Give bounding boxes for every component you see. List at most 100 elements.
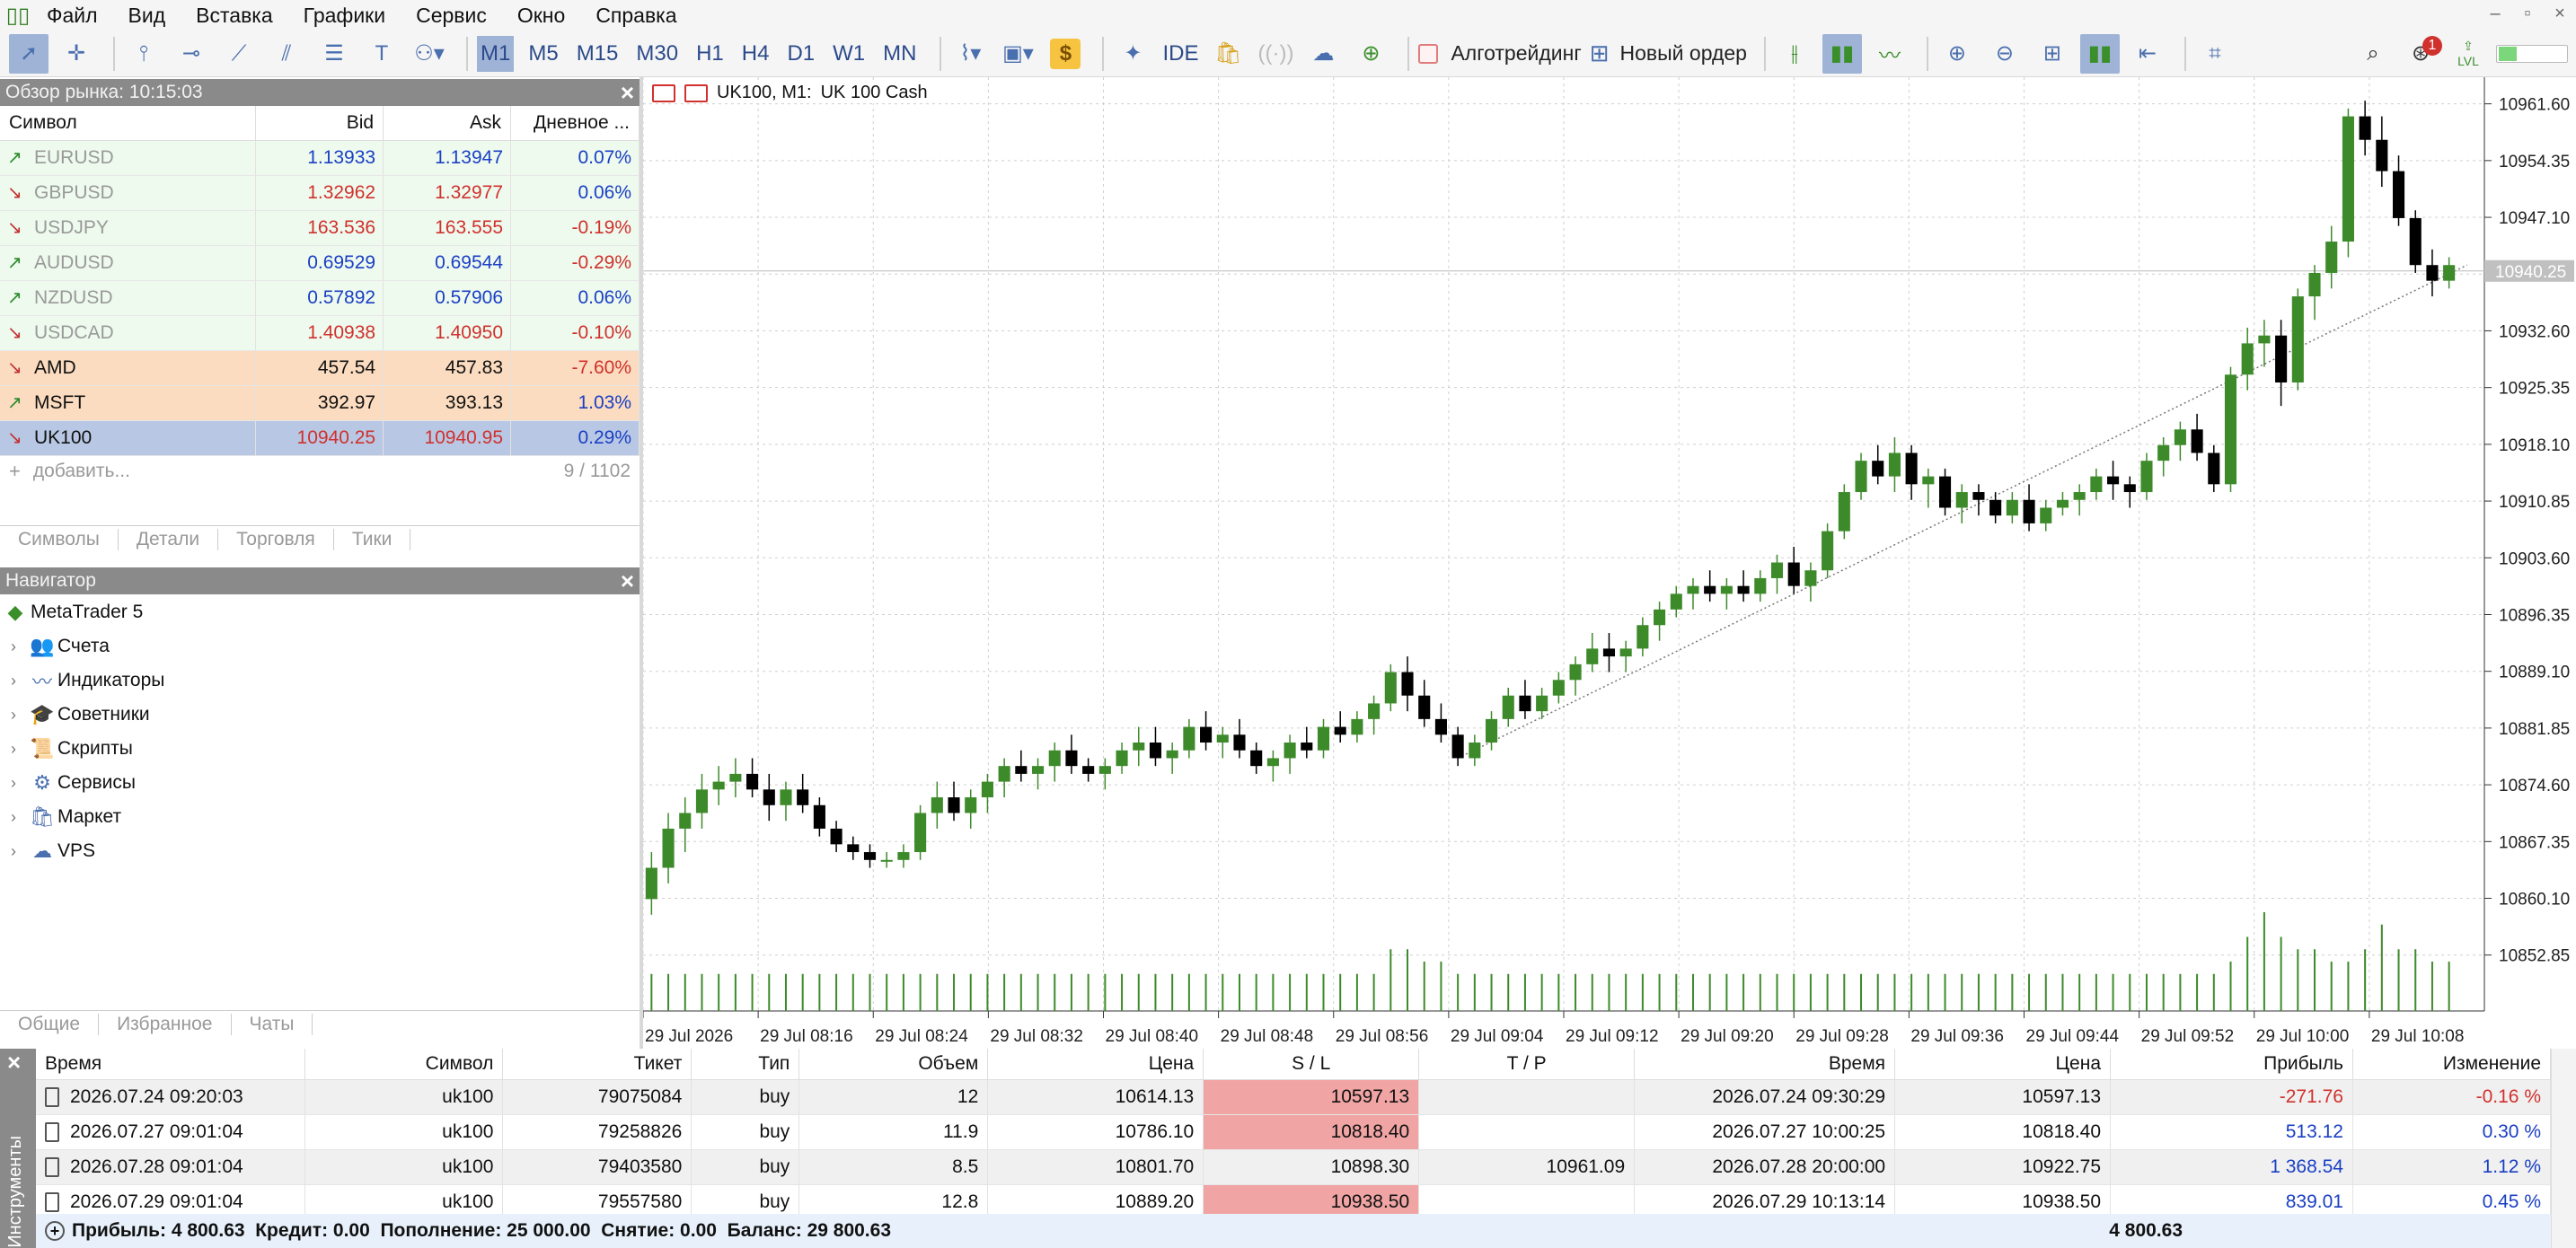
timeframe-m30-button[interactable]: M30 [632, 36, 682, 72]
chart-menu-icon[interactable] [652, 83, 675, 102]
expand-chevron-icon[interactable]: › [0, 637, 27, 656]
zoom-out-icon[interactable]: ⊖ [1985, 34, 2025, 74]
chart-shift-icon[interactable]: ⇤ [2128, 34, 2167, 74]
symbol-row[interactable]: ↗ AUDUSD 0.69529 0.69544 -0.29% [0, 245, 640, 281]
lvl-icon[interactable]: ⇪ LVL [2448, 34, 2488, 74]
tab-1[interactable]: Детали [119, 528, 219, 550]
column-header[interactable]: Тикет [502, 1049, 693, 1080]
nav-item[interactable]: › 〰 Индикаторы [0, 664, 640, 698]
crosshair-icon[interactable]: ✛ [57, 34, 96, 74]
symbol-row[interactable]: ↘ GBPUSD 1.32962 1.32977 0.06% [0, 175, 640, 211]
close-icon[interactable]: × [621, 79, 634, 107]
templates-icon[interactable]: ▣▾ [998, 34, 1037, 74]
tab-2[interactable]: Торговля [218, 528, 334, 550]
expand-chevron-icon[interactable]: › [0, 808, 27, 827]
account-icon[interactable]: ⊛ 1 [2401, 34, 2442, 74]
expand-chevron-icon[interactable]: › [0, 706, 27, 725]
column-header[interactable]: Время [36, 1049, 306, 1080]
symbol-row[interactable]: ↘ UK100 10940.25 10940.95 0.29% [0, 420, 640, 456]
symbol-row[interactable]: ↘ AMD 457.54 457.83 -7.60% [0, 350, 640, 386]
expand-chevron-icon[interactable]: › [0, 842, 27, 861]
nav-item[interactable]: › ☁ VPS [0, 834, 640, 868]
shop-icon[interactable]: 🛍 [1208, 34, 1248, 74]
tab-2[interactable]: Чаты [232, 1013, 313, 1035]
symbol-row[interactable]: ↗ NZDUSD 0.57892 0.57906 0.06% [0, 280, 640, 316]
symbol-row[interactable]: ↘ USDCAD 1.40938 1.40950 -0.10% [0, 315, 640, 351]
column-header[interactable]: Объем [798, 1049, 989, 1080]
bar-chart-icon[interactable]: ⫲ [1775, 34, 1814, 74]
nav-root[interactable]: ◆ MetaTrader 5 [0, 595, 640, 629]
menu-item[interactable]: Справка [585, 4, 696, 28]
nav-item[interactable]: › 📜 Скрипты [0, 732, 640, 766]
menu-item[interactable]: Файл [36, 4, 118, 28]
column-header[interactable]: Символ [304, 1049, 504, 1080]
tab-0[interactable]: Общие [0, 1013, 100, 1035]
menu-item[interactable]: Сервис [405, 4, 507, 28]
menu-item[interactable]: Вид [118, 4, 186, 28]
timeframe-h4-button[interactable]: H4 [738, 36, 773, 72]
symbol-row[interactable]: ↗ EURUSD 1.13933 1.13947 0.07% [0, 140, 640, 176]
close-icon[interactable]: × [7, 1049, 21, 1077]
zoom-in-icon[interactable]: ⊕ [1937, 34, 1977, 74]
nav-item[interactable]: › 👥 Счета [0, 629, 640, 664]
column-header[interactable]: Цена [1894, 1049, 2112, 1080]
candle-chart-icon[interactable]: ▮▮ [1822, 33, 1862, 74]
menu-item[interactable]: Вставка [185, 4, 293, 28]
menu-item[interactable]: Окно [507, 4, 585, 28]
vertical-scrollbar[interactable] [2551, 1049, 2576, 1248]
timeframe-h1-button[interactable]: H1 [693, 36, 728, 72]
tab-3[interactable]: Тики [334, 528, 411, 550]
symbol-row[interactable]: ↘ USDJPY 163.536 163.555 -0.19% [0, 210, 640, 246]
restore-icon[interactable]: ▫ [2511, 0, 2544, 27]
trade-row[interactable]: 2026.07.28 09:01:04 uk100 79403580 buy 8.5 10… [36, 1149, 2552, 1185]
close-icon[interactable]: × [621, 567, 634, 595]
chart-window-icon[interactable] [684, 83, 708, 102]
shapes-icon[interactable]: ⚇▾ [410, 34, 449, 74]
vertical-line-icon[interactable]: ⫯ [124, 34, 163, 74]
column-header[interactable]: Изменение [2352, 1049, 2552, 1080]
column-header[interactable]: Bid [255, 106, 384, 141]
expand-icon[interactable]: + [45, 1221, 65, 1241]
column-header[interactable]: Символ [0, 106, 257, 141]
market-icon[interactable]: $ [1045, 34, 1085, 74]
indicators-menu-icon[interactable]: ⌇▾ [950, 34, 990, 74]
column-header[interactable]: Цена [987, 1049, 1204, 1080]
fibonacci-icon[interactable]: ☰ [314, 34, 354, 74]
algotrading-button[interactable]: Алготрейдинг [1418, 34, 1582, 74]
chart-window[interactable]: 10961.6010954.3510947.1010939.8510932.60… [643, 77, 2576, 1049]
expand-chevron-icon[interactable]: › [0, 672, 27, 690]
tab-0[interactable]: Символы [0, 528, 119, 550]
column-header[interactable]: Ask [383, 106, 512, 141]
tab-1[interactable]: Избранное [99, 1013, 232, 1035]
tile-windows-icon[interactable]: ⊞ [2033, 34, 2072, 74]
cursor-icon[interactable]: ➚ [9, 33, 49, 74]
column-header[interactable]: Тип [691, 1049, 800, 1080]
add-symbol-row[interactable]: + добавить... 9 / 1102 [0, 454, 640, 488]
channel-icon[interactable]: ⫽ [267, 34, 306, 74]
new-order-button[interactable]: ⊞ Новый ордер [1590, 34, 1747, 74]
expand-chevron-icon[interactable]: › [0, 774, 27, 793]
horizontal-line-icon[interactable]: ⊸ [172, 34, 211, 74]
autoscroll-icon[interactable]: ▮▮ [2079, 33, 2120, 74]
symbol-row[interactable]: ↗ MSFT 392.97 393.13 1.03% [0, 385, 640, 421]
expand-chevron-icon[interactable]: › [0, 740, 27, 759]
search-icon[interactable]: ⌕ [2353, 34, 2393, 74]
column-header[interactable]: Дневное ... [510, 106, 640, 141]
menu-item[interactable]: Графики [293, 4, 405, 28]
ai-icon[interactable]: ✦ [1113, 34, 1152, 74]
text-icon[interactable]: T [362, 34, 401, 74]
nav-item[interactable]: › 🛍 Маркет [0, 800, 640, 834]
nav-item[interactable]: › 🎓 Советники [0, 698, 640, 732]
column-header[interactable]: Прибыль [2110, 1049, 2353, 1080]
trendline-icon[interactable]: ⟋ [219, 34, 259, 74]
timeframe-m1-button[interactable]: M1 [477, 35, 515, 72]
close-icon[interactable]: × [2544, 0, 2576, 27]
ide-button[interactable]: IDE [1160, 34, 1200, 74]
timeframe-m5-button[interactable]: M5 [525, 36, 561, 72]
timeframe-m15-button[interactable]: M15 [573, 36, 622, 72]
vps-icon[interactable]: ⊕ [1351, 34, 1390, 74]
trade-row[interactable]: 2026.07.24 09:20:03 uk100 79075084 buy 12 106… [36, 1079, 2552, 1115]
timeframe-d1-button[interactable]: D1 [783, 36, 818, 72]
timeframe-w1-button[interactable]: W1 [829, 36, 869, 72]
trade-row[interactable]: 2026.07.27 09:01:04 uk100 79258826 buy 11.9 1… [36, 1114, 2552, 1150]
